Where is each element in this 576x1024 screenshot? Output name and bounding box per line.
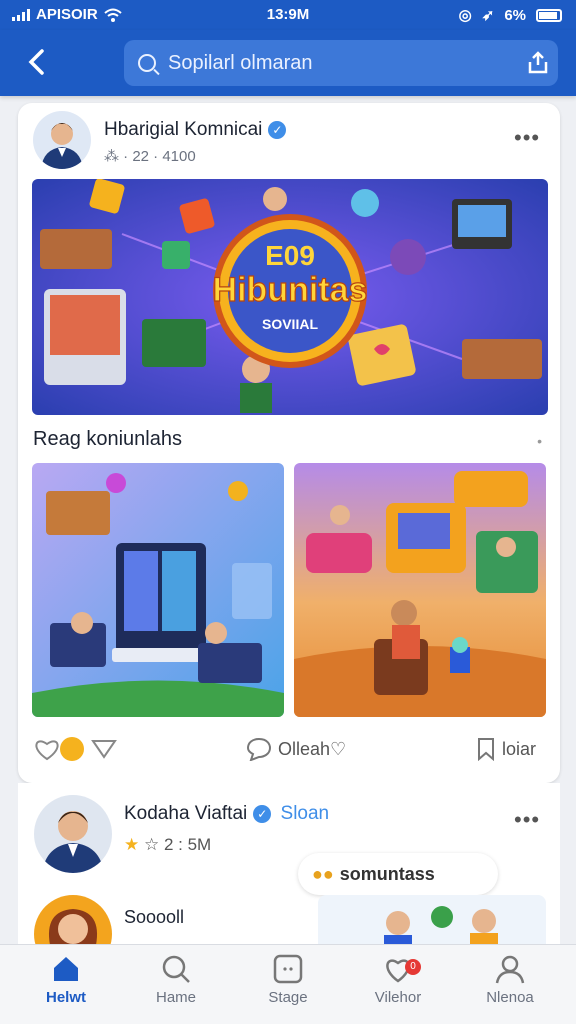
reaction-bubble: ●● somuntass [298, 853, 498, 895]
more-options-button[interactable]: ••• [514, 125, 540, 151]
gallery-image-left[interactable] [32, 463, 284, 717]
author-name-2[interactable]: Kodaha Viaftai ✓ Sloan [124, 803, 329, 825]
follow-button[interactable]: Sloan [281, 803, 330, 824]
comment-button[interactable]: Olleah♡ [246, 737, 346, 761]
bookmark-icon [478, 738, 494, 761]
app-bar: Sopilarl olmaran [0, 30, 576, 96]
hero-badge: E09 [265, 240, 315, 271]
verified-icon: ✓ [253, 804, 272, 823]
status-bar: APISOIR 13:9M ◎ ➶ 6% [0, 0, 576, 30]
author-name[interactable]: Hbarigial Komnicai ✓ [104, 119, 287, 141]
nav-notifications[interactable]: 0 Vilehor [353, 953, 443, 1006]
search-input[interactable]: Sopilarl olmaran [168, 52, 518, 75]
react-button[interactable] [32, 737, 118, 761]
nav-profile-label: Nlenoa [486, 989, 534, 1006]
more-options-button-2[interactable]: ••• [514, 807, 540, 833]
author-name-2-label: Kodaha Viaftai [124, 803, 248, 824]
bottom-nav: Helwt Hame Stage 0 Vilehor Nlenoa [0, 944, 576, 1024]
reaction-bubble-text: somuntass [339, 863, 435, 884]
nav-search-label: Hame [155, 989, 196, 1006]
hero-subtitle: SOVIIAL [262, 316, 318, 332]
gallery-image-right[interactable] [294, 463, 546, 717]
chevron-left-icon [28, 49, 44, 75]
stage-icon [273, 954, 303, 984]
commenter-name[interactable]: Sooooll [124, 907, 184, 928]
nav-profile[interactable]: Nlenoa [465, 953, 555, 1006]
save-label: loiar [502, 738, 537, 759]
post-card: Hbarigial Komnicai ✓ ⁂ · 22 · 4100 ••• E0… [18, 103, 560, 783]
user-icon [495, 955, 525, 984]
author-avatar[interactable] [33, 111, 91, 169]
alarm-icon: ◎ [458, 7, 472, 24]
home-icon [54, 957, 78, 981]
nav-home[interactable]: Helwt [21, 953, 111, 1006]
section-title: Reag koniunlahs [33, 428, 182, 450]
author-avatar-2[interactable] [34, 795, 112, 873]
emoji-reaction-icon [60, 737, 84, 761]
section-more-icon[interactable]: • [537, 433, 542, 449]
comment-label: Olleah♡ [278, 738, 347, 759]
post-meta: ⁂ · 22 · 4100 [104, 148, 196, 165]
star-icon: ★ [124, 835, 140, 854]
notification-badge: 0 [405, 959, 421, 975]
post-meta-2: ★ ☆ 2 : 5M [124, 835, 211, 855]
post-card-2: Kodaha Viaftai ✓ Sloan ★ ☆ 2 : 5M ••• ●● … [18, 783, 560, 973]
post-meta-2-label: 2 : 5M [163, 835, 212, 854]
share-button[interactable] [518, 43, 558, 83]
author-name-label: Hbarigial Komnicai [104, 119, 263, 140]
nav-stage[interactable]: Stage [243, 953, 333, 1006]
post-actions: Olleah♡ loiar [18, 731, 560, 771]
back-button[interactable] [22, 46, 56, 80]
comment-icon [246, 737, 272, 761]
nav-search[interactable]: Hame [131, 953, 221, 1006]
battery-label: 6% [504, 6, 526, 24]
heart-icon [35, 740, 59, 761]
nav-notifications-label: Vilehor [374, 989, 422, 1006]
battery-icon [536, 8, 562, 22]
nav-home-label: Helwt [45, 989, 86, 1006]
hero-title: Hibunitas [213, 271, 368, 309]
save-button[interactable]: loiar [476, 737, 536, 761]
share-icon [528, 51, 548, 74]
search-icon [138, 54, 156, 72]
verified-icon: ✓ [268, 120, 287, 139]
star-outline-icon: ☆ [143, 835, 160, 854]
search-bar[interactable]: Sopilarl olmaran [124, 40, 558, 86]
nav-stage-label: Stage [268, 989, 308, 1006]
heart-outline-icon [91, 740, 117, 759]
location-icon: ➶ [481, 7, 495, 24]
coins-icon: ●● [312, 863, 334, 884]
search-icon [162, 955, 190, 983]
hero-image[interactable]: E09 Hibunitas SOVIIAL [32, 179, 548, 415]
